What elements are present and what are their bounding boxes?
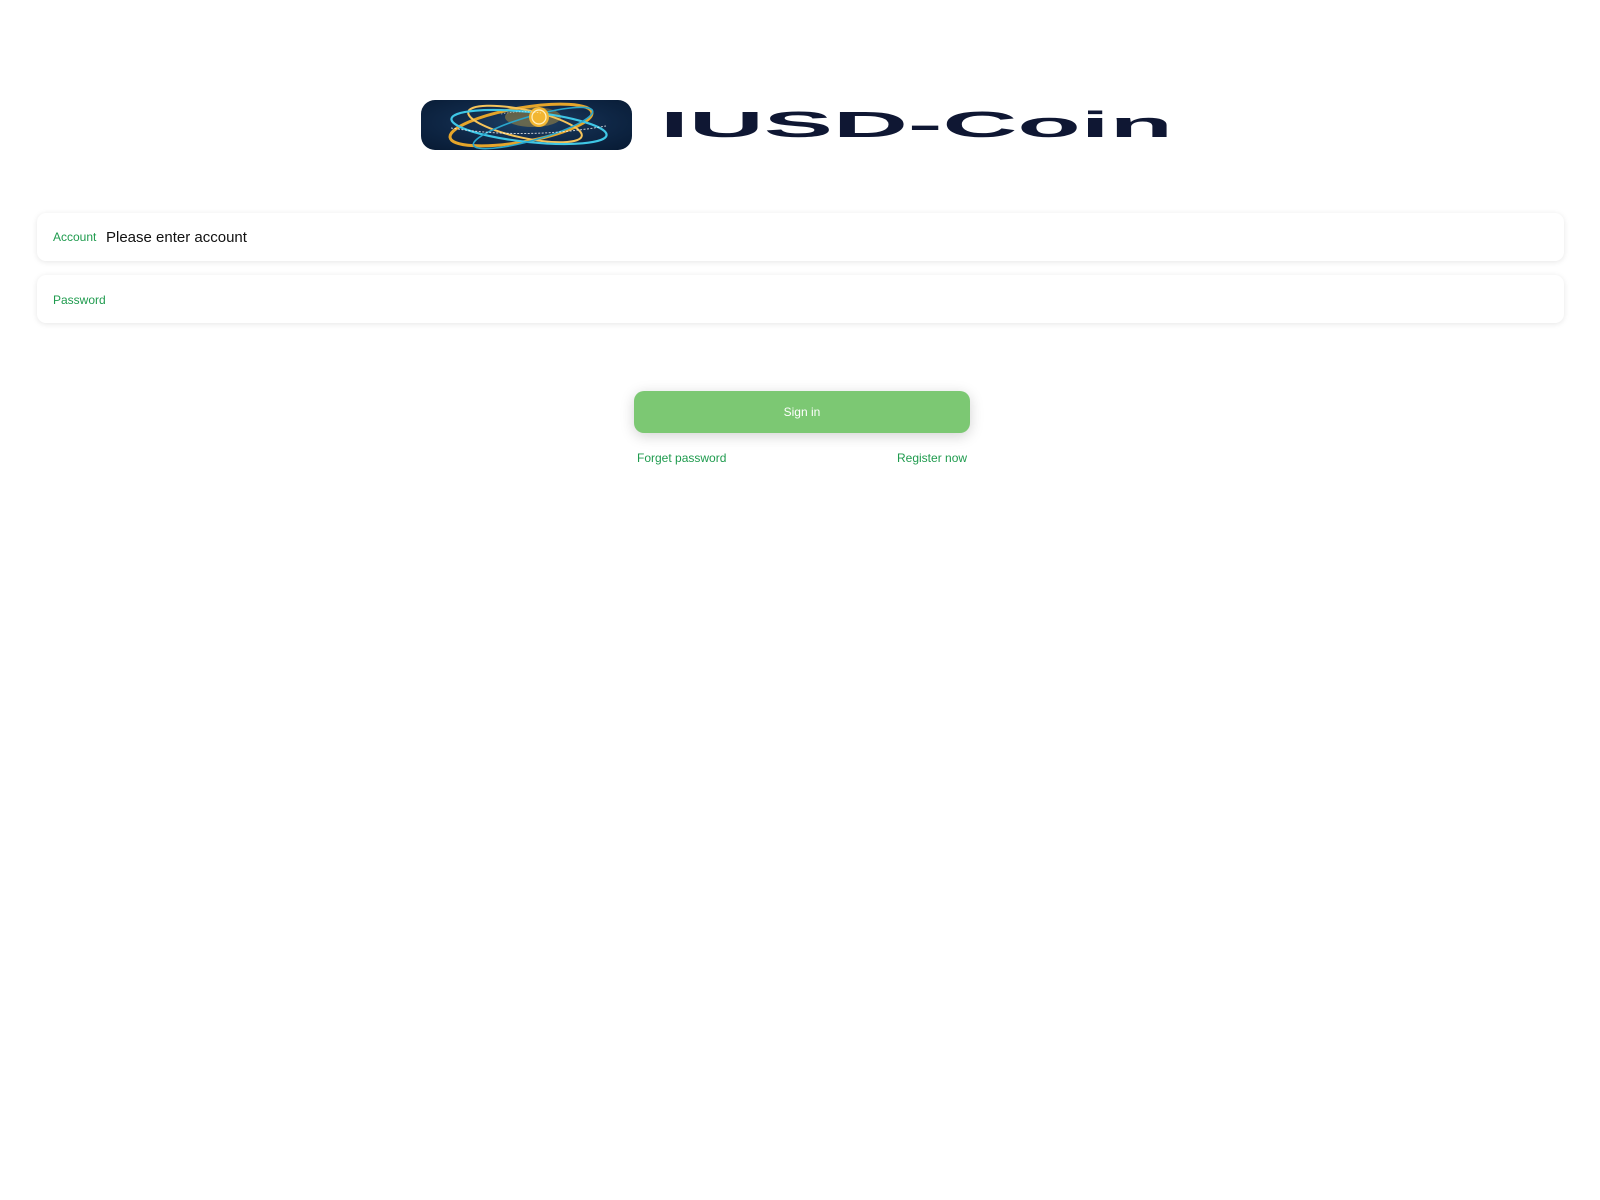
password-label: Password xyxy=(53,293,106,307)
register-now-link[interactable]: Register now xyxy=(897,451,967,465)
brand-wordmark: IUSD-Coin xyxy=(660,100,1180,152)
account-field[interactable]: Account xyxy=(37,213,1564,261)
brand-name: IUSD-Coin xyxy=(660,104,1173,145)
login-page: IUSD-Coin Account Password Sign in Forge… xyxy=(0,0,1600,1200)
sign-in-button[interactable]: Sign in xyxy=(634,391,970,433)
account-label: Account xyxy=(53,230,97,244)
password-input[interactable] xyxy=(119,284,1546,314)
password-field[interactable]: Password xyxy=(37,275,1564,323)
forget-password-link[interactable]: Forget password xyxy=(637,451,726,465)
globe-coin-logo-icon xyxy=(421,100,632,150)
account-input[interactable] xyxy=(106,222,1546,252)
brand-header: IUSD-Coin xyxy=(0,100,1600,152)
